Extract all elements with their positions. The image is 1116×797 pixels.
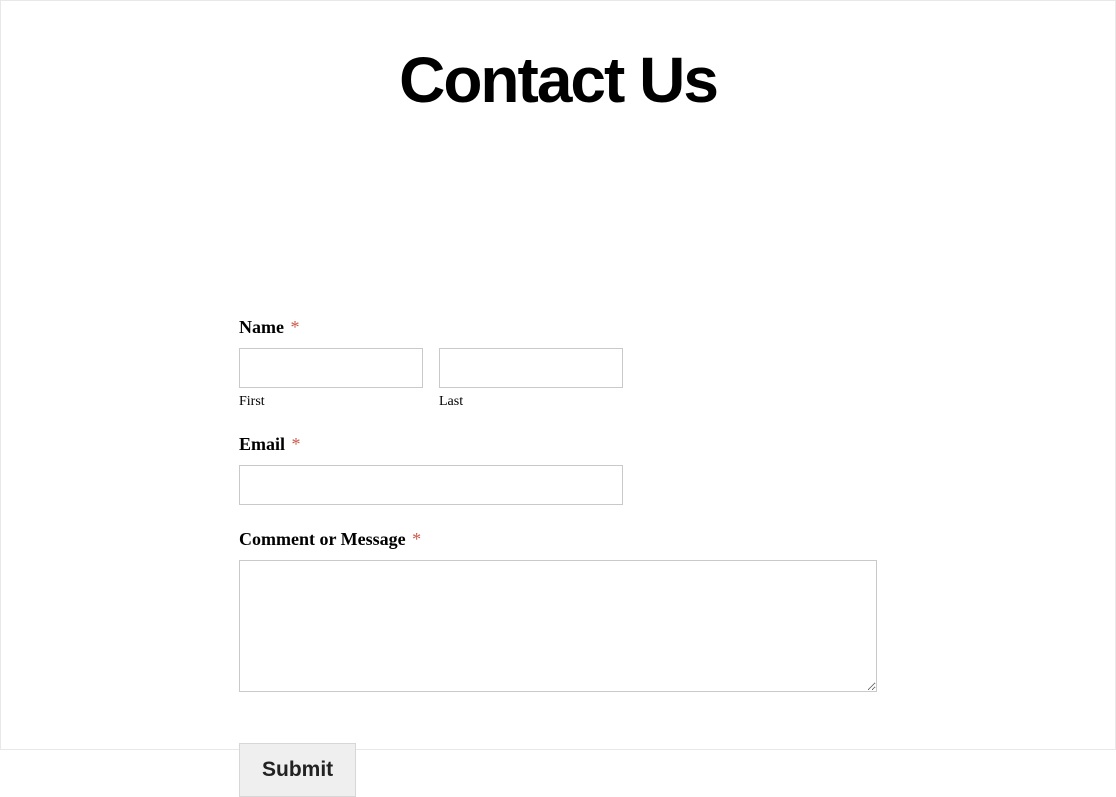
- message-field-group: Comment or Message *: [239, 529, 879, 697]
- required-marker: *: [412, 529, 421, 549]
- name-label: Name *: [239, 317, 879, 338]
- page-title: Contact Us: [1, 43, 1115, 117]
- first-name-sublabel: First: [239, 394, 423, 410]
- last-name-input[interactable]: [439, 348, 623, 388]
- last-name-sublabel: Last: [439, 394, 623, 410]
- first-name-col: First: [239, 348, 423, 410]
- email-field-group: Email *: [239, 434, 879, 505]
- required-marker: *: [290, 317, 299, 337]
- name-row: First Last: [239, 348, 879, 410]
- email-input[interactable]: [239, 465, 623, 505]
- submit-button[interactable]: Submit: [239, 743, 356, 797]
- email-label-text: Email: [239, 434, 285, 454]
- message-label-text: Comment or Message: [239, 529, 406, 549]
- first-name-input[interactable]: [239, 348, 423, 388]
- required-marker: *: [292, 434, 301, 454]
- email-label: Email *: [239, 434, 879, 455]
- name-field-group: Name * First Last: [239, 317, 879, 410]
- contact-form: Name * First Last Email * Comment or Mes…: [239, 317, 879, 797]
- name-label-text: Name: [239, 317, 284, 337]
- message-textarea[interactable]: [239, 560, 877, 692]
- last-name-col: Last: [439, 348, 623, 410]
- message-label: Comment or Message *: [239, 529, 879, 550]
